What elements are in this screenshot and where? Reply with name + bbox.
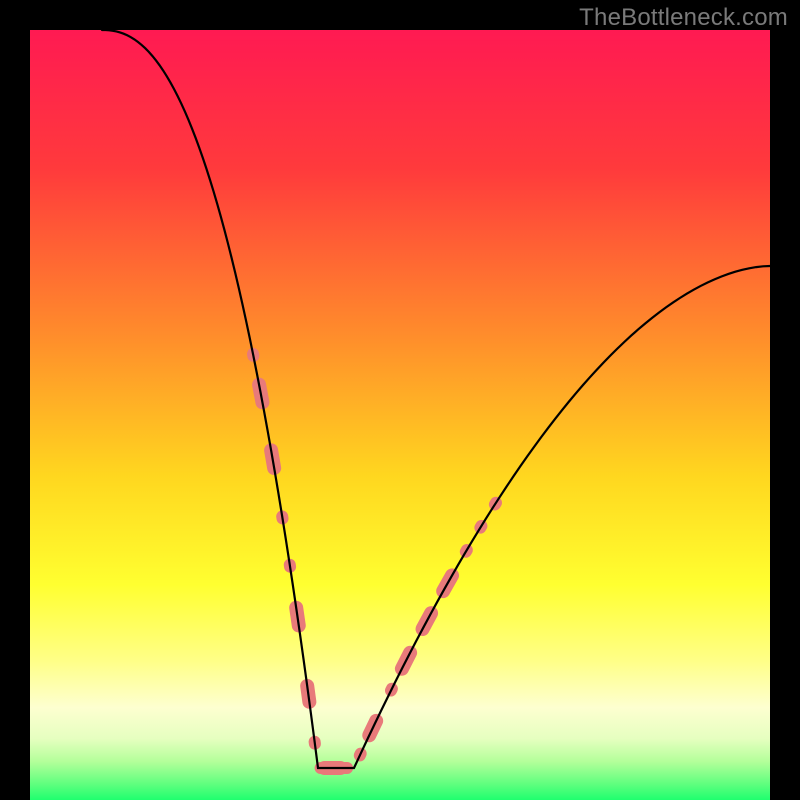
bottleneck-chart [30,30,770,800]
gradient-background [30,30,770,800]
chart-svg [30,30,770,800]
watermark-text: TheBottleneck.com [579,4,788,32]
